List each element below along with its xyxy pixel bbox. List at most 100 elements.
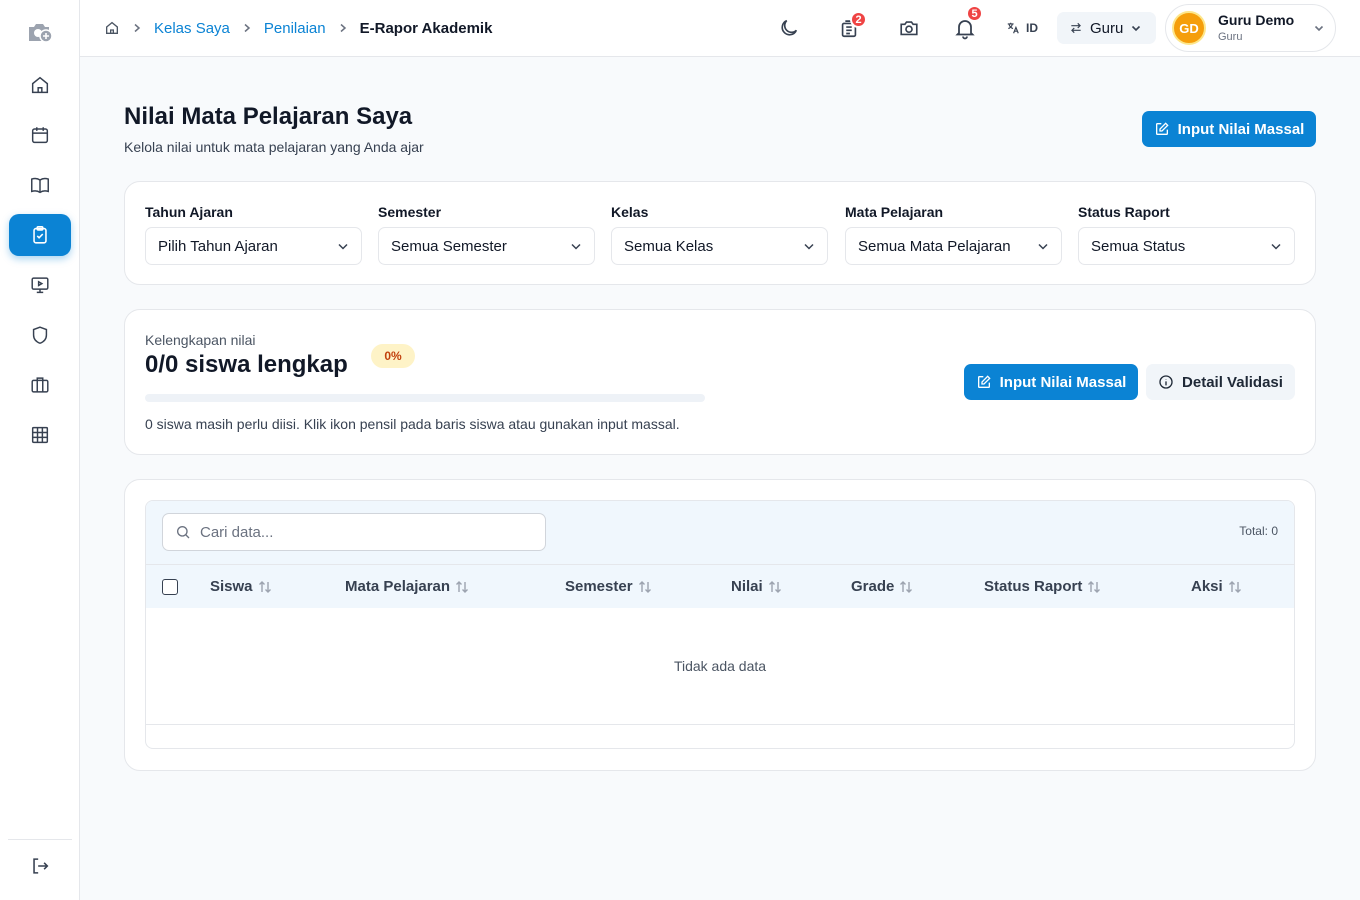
user-name: Guru Demo	[1218, 12, 1295, 29]
column-label: Nilai	[731, 578, 763, 595]
sidebar-item-presentation[interactable]	[9, 264, 71, 306]
filter-semester: Semester Semua Semester	[378, 204, 595, 265]
logout-button[interactable]	[9, 845, 71, 887]
column-header-nilai[interactable]: Nilai	[731, 578, 782, 595]
select-value: Semua Kelas	[624, 237, 714, 255]
notes-button[interactable]: 2	[837, 11, 867, 41]
chevron-down-icon	[571, 243, 581, 250]
filter-label: Status Raport	[1078, 204, 1170, 220]
progress-percent-badge: 0%	[371, 344, 415, 368]
sidebar-item-book[interactable]	[9, 164, 71, 206]
column-header-status-raport[interactable]: Status Raport	[984, 578, 1101, 595]
detail-validasi-label: Detail Validasi	[1182, 373, 1283, 391]
translate-icon	[1007, 22, 1019, 34]
logout-icon	[33, 858, 49, 874]
sidebar-item-grid[interactable]	[9, 414, 71, 456]
kelas-select[interactable]: Semua Kelas	[611, 227, 828, 265]
breadcrumb: Kelas Saya Penilaian E-Rapor Akademik	[104, 18, 492, 38]
info-icon	[1159, 375, 1173, 389]
detail-validasi-button[interactable]: Detail Validasi	[1146, 364, 1295, 400]
column-header-mata-pelajaran[interactable]: Mata Pelajaran	[345, 578, 469, 595]
column-label: Mata Pelajaran	[345, 578, 451, 595]
edit-icon	[1155, 122, 1169, 135]
chevron-down-icon	[1132, 25, 1141, 32]
language-label: ID	[1026, 21, 1038, 35]
breadcrumb-penilaian[interactable]: Penilaian	[264, 20, 326, 37]
sort-icon	[1088, 580, 1101, 593]
sidebar-item-briefcase[interactable]	[9, 364, 71, 406]
filter-label: Kelas	[611, 204, 649, 220]
select-all-checkbox[interactable]	[162, 579, 178, 595]
sort-icon	[258, 580, 271, 593]
progress-bar	[145, 394, 705, 402]
select-value: Semua Semester	[391, 237, 507, 255]
input-nilai-massal-label: Input Nilai Massal	[1177, 120, 1305, 138]
progress-card: Kelengkapan nilai 0/0 siswa lengkap 0% 0…	[124, 309, 1316, 455]
status-raport-select[interactable]: Semua Status	[1078, 227, 1295, 265]
role-switch-label: Guru	[1090, 19, 1124, 37]
chevron-down-icon	[338, 243, 348, 250]
chevron-down-icon	[1271, 243, 1281, 250]
sort-icon	[768, 580, 781, 593]
table-card: Total: 0 Siswa Mata Pelajaran Semester N…	[124, 479, 1316, 771]
column-label: Semester	[565, 578, 633, 595]
progress-description: 0 siswa masih perlu diisi. Klik ikon pen…	[145, 416, 680, 432]
input-nilai-massal-header-button[interactable]: Input Nilai Massal	[1142, 111, 1316, 147]
calendar-icon	[31, 127, 49, 144]
semester-select[interactable]: Semua Semester	[378, 227, 595, 265]
mata-pelajaran-select[interactable]: Semua Mata Pelajaran	[845, 227, 1062, 265]
home-icon	[31, 76, 49, 94]
theme-toggle-button[interactable]	[777, 15, 801, 41]
breadcrumb-home-icon[interactable]	[104, 20, 120, 36]
empty-state: Tidak ada data	[673, 658, 767, 674]
shield-icon	[32, 326, 48, 345]
select-value: Semua Mata Pelajaran	[858, 237, 1011, 255]
sort-icon	[1228, 580, 1241, 593]
chevron-down-icon	[1314, 25, 1324, 32]
sort-icon	[900, 580, 913, 593]
avatar: GD	[1172, 11, 1206, 45]
sidebar-item-shield[interactable]	[9, 314, 71, 356]
sidebar-divider	[8, 839, 72, 840]
input-nilai-massal-button[interactable]: Input Nilai Massal	[964, 364, 1138, 400]
column-label: Siswa	[210, 578, 253, 595]
tahun-ajaran-select[interactable]: Pilih Tahun Ajaran	[145, 227, 362, 265]
edit-icon	[977, 375, 991, 388]
chevron-down-icon	[1038, 243, 1048, 250]
column-header-aksi[interactable]: Aksi	[1191, 578, 1242, 595]
book-icon	[31, 177, 49, 194]
table-footer-divider	[146, 724, 1294, 725]
breadcrumb-kelas-saya[interactable]: Kelas Saya	[154, 20, 230, 37]
filter-mata-pelajaran: Mata Pelajaran Semua Mata Pelajaran	[845, 204, 1062, 265]
sidebar-item-assessment[interactable]	[9, 214, 71, 256]
camera-button[interactable]	[897, 15, 921, 41]
column-header-siswa[interactable]: Siswa	[210, 578, 272, 595]
column-label: Status Raport	[984, 578, 1083, 595]
filter-label: Semester	[378, 204, 442, 220]
notifications-button[interactable]: 5	[953, 5, 983, 41]
page-subtitle: Kelola nilai untuk mata pelajaran yang A…	[124, 139, 424, 155]
chevron-right-icon	[242, 23, 252, 33]
sidebar	[0, 0, 80, 900]
column-label: Aksi	[1191, 578, 1223, 595]
briefcase-icon	[31, 377, 49, 393]
role-switch-dropdown[interactable]: Guru	[1057, 12, 1156, 44]
filter-label: Tahun Ajaran	[145, 204, 233, 220]
sidebar-item-home[interactable]	[9, 64, 71, 106]
column-header-semester[interactable]: Semester	[565, 578, 652, 595]
sidebar-item-calendar[interactable]	[9, 114, 71, 156]
filter-card: Tahun Ajaran Pilih Tahun Ajaran Semester…	[124, 181, 1316, 285]
search-icon	[177, 526, 190, 539]
column-header-grade[interactable]: Grade	[851, 578, 913, 595]
page-title: Nilai Mata Pelajaran Saya	[124, 103, 413, 130]
notes-badge: 2	[850, 11, 867, 28]
input-nilai-massal-label: Input Nilai Massal	[999, 373, 1127, 391]
chevron-down-icon	[804, 243, 814, 250]
user-profile-menu[interactable]: GD Guru Demo Guru	[1165, 4, 1336, 52]
moon-icon	[781, 19, 798, 36]
language-switcher[interactable]: ID	[1006, 18, 1038, 38]
data-table: Total: 0 Siswa Mata Pelajaran Semester N…	[145, 500, 1295, 749]
camera-add-icon[interactable]	[26, 19, 54, 45]
total-count: Total: 0	[1239, 524, 1278, 538]
search-input[interactable]	[200, 523, 530, 541]
